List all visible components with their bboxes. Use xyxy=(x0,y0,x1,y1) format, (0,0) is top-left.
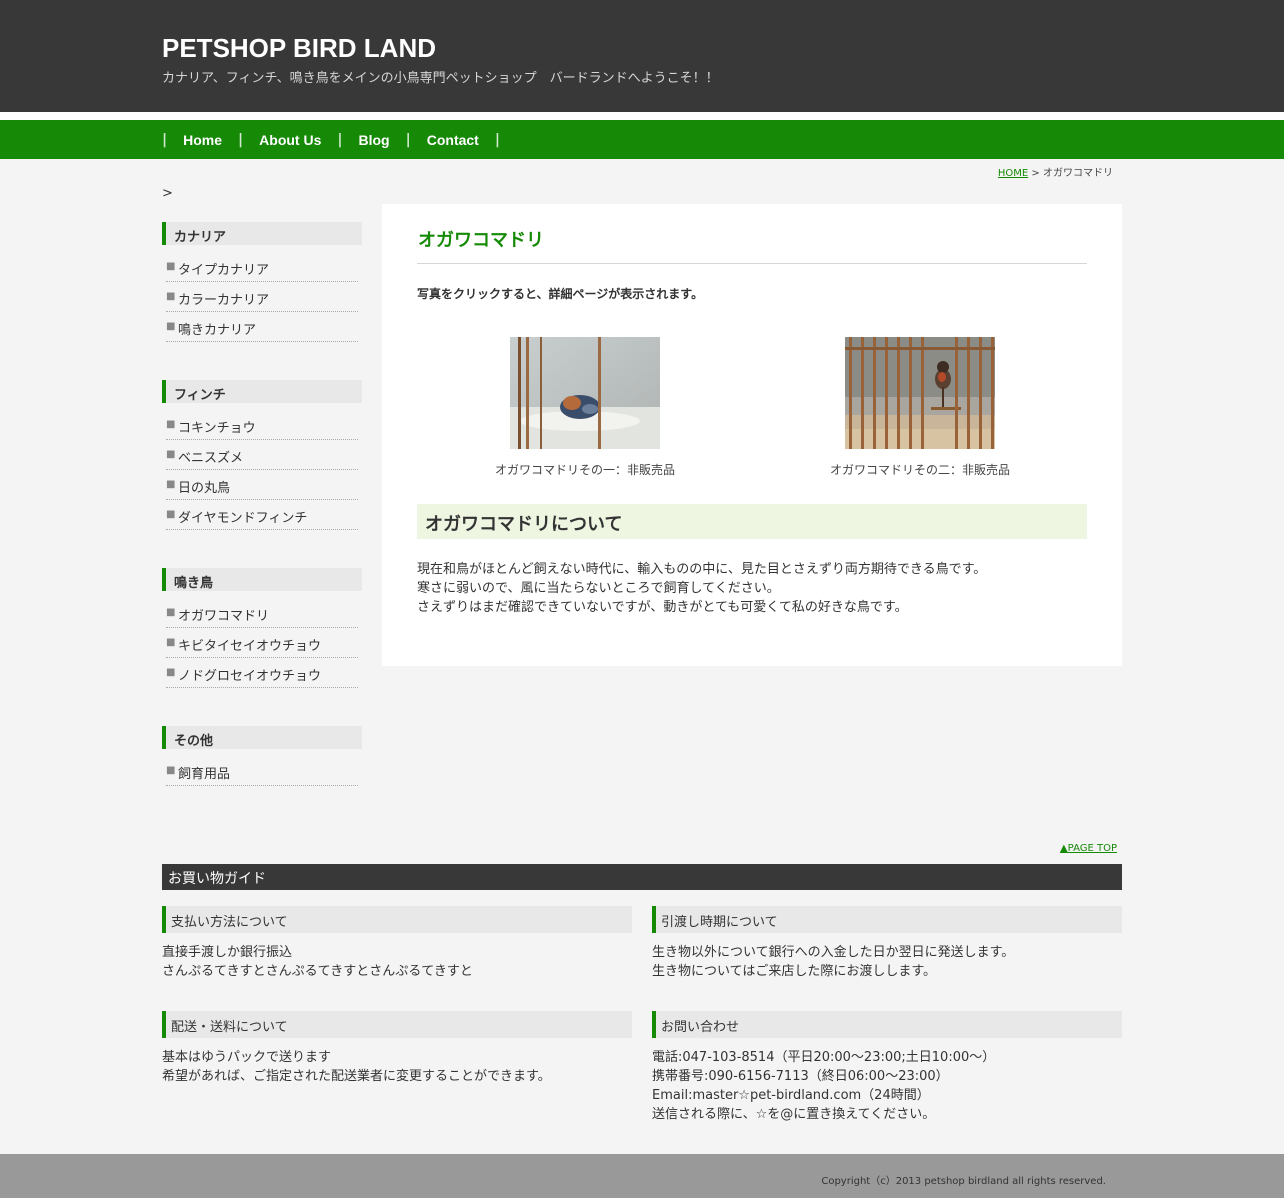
sidebar-section-finch: フィンチ ■ コキンチョウ ■ ベニスズメ ■ 日の丸鳥 ■ ダイヤモンドフィンチ xyxy=(162,380,362,530)
site-description: カナリア、フィンチ、鳴き鳥をメインの小鳥専門ペットショップ バードランドへようこ… xyxy=(162,71,719,86)
sidebar: カナリア ■ タイプカナリア ■ カラーカナリア ■ 鳴きカナリア フィンチ ■ コキン… xyxy=(162,222,362,824)
guide-contact: お問い合わせ 電話:047-103-8514（平日20:00～23:00;土日1… xyxy=(652,1011,1122,1124)
breadcrumb-separator: > xyxy=(1028,168,1043,179)
sidebar-item-label: ノドグロセイオウチョウ xyxy=(178,669,322,684)
breadcrumb-home-link[interactable]: HOME xyxy=(998,168,1028,179)
guide-text: 基本はゆうパックで送ります 希望があれば、ご指定された配送業者に変更することがで… xyxy=(162,1048,632,1086)
photo-caption-1: オガワコマドリその一：非販売品 xyxy=(494,463,675,477)
about-line: 寒さに弱いので、風に当たらないところで飼育してください。 xyxy=(417,581,780,596)
sidebar-item-diamond-finch[interactable]: ■ ダイヤモンドフィンチ xyxy=(166,500,358,530)
sidebar-item-label: ベニスズメ xyxy=(178,451,244,466)
guide-line: 生き物についてはご来店した際にお渡しします。 xyxy=(652,964,937,979)
sidebar-item-color-canary[interactable]: ■ カラーカナリア xyxy=(166,282,358,312)
square-bullet-icon: ■ xyxy=(166,449,176,460)
square-bullet-icon: ■ xyxy=(166,261,176,272)
title-divider xyxy=(417,263,1087,264)
guide-line: さんぷるてきすとさんぷるてきすとさんぷるてきすと xyxy=(162,964,473,979)
sidebar-item-label: 飼育用品 xyxy=(178,767,231,782)
about-text: 現在和鳥がほとんど飼えない時代に、輸入ものの中に、見た目とさえずり両方期待できる… xyxy=(417,560,986,617)
guide-heading: 支払い方法について xyxy=(162,906,632,933)
main-nav: | Home | About Us | Blog | Contact | xyxy=(0,120,1284,159)
sidebar-item-red-avadavat[interactable]: ■ ベニスズメ xyxy=(166,440,358,470)
square-bullet-icon: ■ xyxy=(166,419,176,430)
square-bullet-icon: ■ xyxy=(166,607,176,618)
sidebar-item-bluethroat[interactable]: ■ オガワコマドリ xyxy=(166,598,358,628)
sidebar-item-label: カラーカナリア xyxy=(178,293,270,308)
about-heading: オガワコマドリについて xyxy=(417,504,1087,539)
sidebar-item-label: 日の丸鳥 xyxy=(178,481,231,496)
intro-text: 写真をクリックすると、詳細ページが表示されます。 xyxy=(417,287,704,301)
site-header: PETSHOP BIRD LAND カナリア、フィンチ、鳴き鳥をメインの小鳥専門… xyxy=(0,0,1284,112)
sidebar-heading: 鳴き鳥 xyxy=(162,568,362,591)
sidebar-item-label: ダイヤモンドフィンチ xyxy=(178,511,308,526)
square-bullet-icon: ■ xyxy=(166,765,176,776)
square-bullet-icon: ■ xyxy=(166,667,176,678)
sidebar-section-other: その他 ■ 飼育用品 xyxy=(162,726,362,786)
header-divider xyxy=(0,112,1284,120)
guide-text: 直接手渡しか銀行振込 さんぷるてきすとさんぷるてきすとさんぷるてきすと xyxy=(162,943,632,981)
guide-text: 電話:047-103-8514（平日20:00～23:00;土日10:00～） … xyxy=(652,1048,1122,1124)
shopping-guide-title: お買い物ガイド xyxy=(162,864,1122,890)
guide-line: 生き物以外について銀行への入金した日か翌日に発送します。 xyxy=(652,945,1015,960)
guide-text: 生き物以外について銀行への入金した日か翌日に発送します。 生き物についてはご来店… xyxy=(652,943,1122,981)
sidebar-item-gouldian-finch[interactable]: ■ コキンチョウ xyxy=(166,410,358,440)
sidebar-item-supplies[interactable]: ■ 飼育用品 xyxy=(166,756,358,786)
guide-line: 電話:047-103-8514（平日20:00～23:00;土日10:00～） xyxy=(652,1050,996,1065)
guide-heading: 引渡し時期について xyxy=(652,906,1122,933)
about-line: さえずりはまだ確認できていないですが、動きがとても可愛くて私の好きな鳥です。 xyxy=(417,600,908,615)
breadcrumb-current: オガワコマドリ xyxy=(1043,168,1113,179)
guide-line: 送信される際に、☆を@に置き換えてください。 xyxy=(652,1107,936,1122)
site-title-link[interactable]: PETSHOP BIRD LAND xyxy=(162,33,436,64)
guide-line: 基本はゆうパックで送ります xyxy=(162,1050,332,1065)
sidebar-item-label: タイプカナリア xyxy=(178,263,270,278)
sidebar-heading: その他 xyxy=(162,726,362,749)
sidebar-item-label: コキンチョウ xyxy=(178,421,256,436)
photo-caption-2: オガワコマドリその二：非販売品 xyxy=(829,463,1010,477)
guide-line: 携帯番号:090-6156-7113（終日06:00～23:00） xyxy=(652,1069,949,1084)
stray-text: > xyxy=(162,186,173,201)
photo-card-1: オガワコマドリその一：非販売品 xyxy=(460,337,710,478)
copyright-text: Copyright（c）2013 petshop birdland all ri… xyxy=(821,1176,1106,1187)
square-bullet-icon: ■ xyxy=(166,321,176,332)
photo-card-2: オガワコマドリその二：非販売品 xyxy=(795,337,1045,478)
breadcrumb: HOME > オガワコマドリ xyxy=(998,164,1113,179)
bird-photo-2[interactable] xyxy=(845,337,995,449)
square-bullet-icon: ■ xyxy=(166,291,176,302)
guide-heading: 配送・送料について xyxy=(162,1011,632,1038)
guide-heading: お問い合わせ xyxy=(652,1011,1122,1038)
sidebar-heading: フィンチ xyxy=(162,380,362,403)
square-bullet-icon: ■ xyxy=(166,509,176,520)
nav-item-blog[interactable]: Blog xyxy=(343,132,406,148)
sidebar-item-label: オガワコマドリ xyxy=(178,609,270,624)
guide-payment: 支払い方法について 直接手渡しか銀行振込 さんぷるてきすとさんぷるてきすとさんぷ… xyxy=(162,906,632,981)
sidebar-item-label: 鳴きカナリア xyxy=(178,323,257,338)
sidebar-item-type-canary[interactable]: ■ タイプカナリア xyxy=(166,252,358,282)
square-bullet-icon: ■ xyxy=(166,637,176,648)
guide-delivery-timing: 引渡し時期について 生き物以外について銀行への入金した日か翌日に発送します。 生… xyxy=(652,906,1122,981)
sidebar-item-label: キビタイセイオウチョウ xyxy=(178,639,322,654)
sidebar-item-yellow-fronted-leafbird[interactable]: ■ キビタイセイオウチョウ xyxy=(166,628,358,658)
nav-item-home[interactable]: Home xyxy=(167,132,238,148)
sidebar-heading: カナリア xyxy=(162,222,362,245)
page-title: オガワコマドリ xyxy=(418,230,544,251)
sidebar-section-songbird: 鳴き鳥 ■ オガワコマドリ ■ キビタイセイオウチョウ ■ ノドグロセイオウチョウ xyxy=(162,568,362,688)
sidebar-item-song-canary[interactable]: ■ 鳴きカナリア xyxy=(166,312,358,342)
square-bullet-icon: ■ xyxy=(166,479,176,490)
sidebar-section-canary: カナリア ■ タイプカナリア ■ カラーカナリア ■ 鳴きカナリア xyxy=(162,222,362,342)
about-line: 現在和鳥がほとんど飼えない時代に、輸入ものの中に、見た目とさえずり両方期待できる… xyxy=(417,562,987,577)
nav-item-about-us[interactable]: About Us xyxy=(243,132,337,148)
nav-separator: | xyxy=(494,131,500,148)
page-top-link[interactable]: ▲PAGE TOP xyxy=(1060,843,1117,854)
sidebar-item-hinomaru-bird[interactable]: ■ 日の丸鳥 xyxy=(166,470,358,500)
sidebar-item-black-throated-leafbird[interactable]: ■ ノドグロセイオウチョウ xyxy=(166,658,358,688)
guide-shipping: 配送・送料について 基本はゆうパックで送ります 希望があれば、ご指定された配送業… xyxy=(162,1011,632,1086)
nav-item-contact[interactable]: Contact xyxy=(411,132,495,148)
bird-photo-1[interactable] xyxy=(510,337,660,449)
main-content: オガワコマドリ 写真をクリックすると、詳細ページが表示されます。 オガワコマドリ… xyxy=(382,204,1122,666)
guide-line: 直接手渡しか銀行振込 xyxy=(162,945,293,960)
site-footer: Copyright（c）2013 petshop birdland all ri… xyxy=(0,1154,1284,1198)
guide-line: 希望があれば、ご指定された配送業者に変更することができます。 xyxy=(162,1069,551,1084)
guide-line: Email:master☆pet-birdland.com（24時間） xyxy=(652,1088,930,1103)
